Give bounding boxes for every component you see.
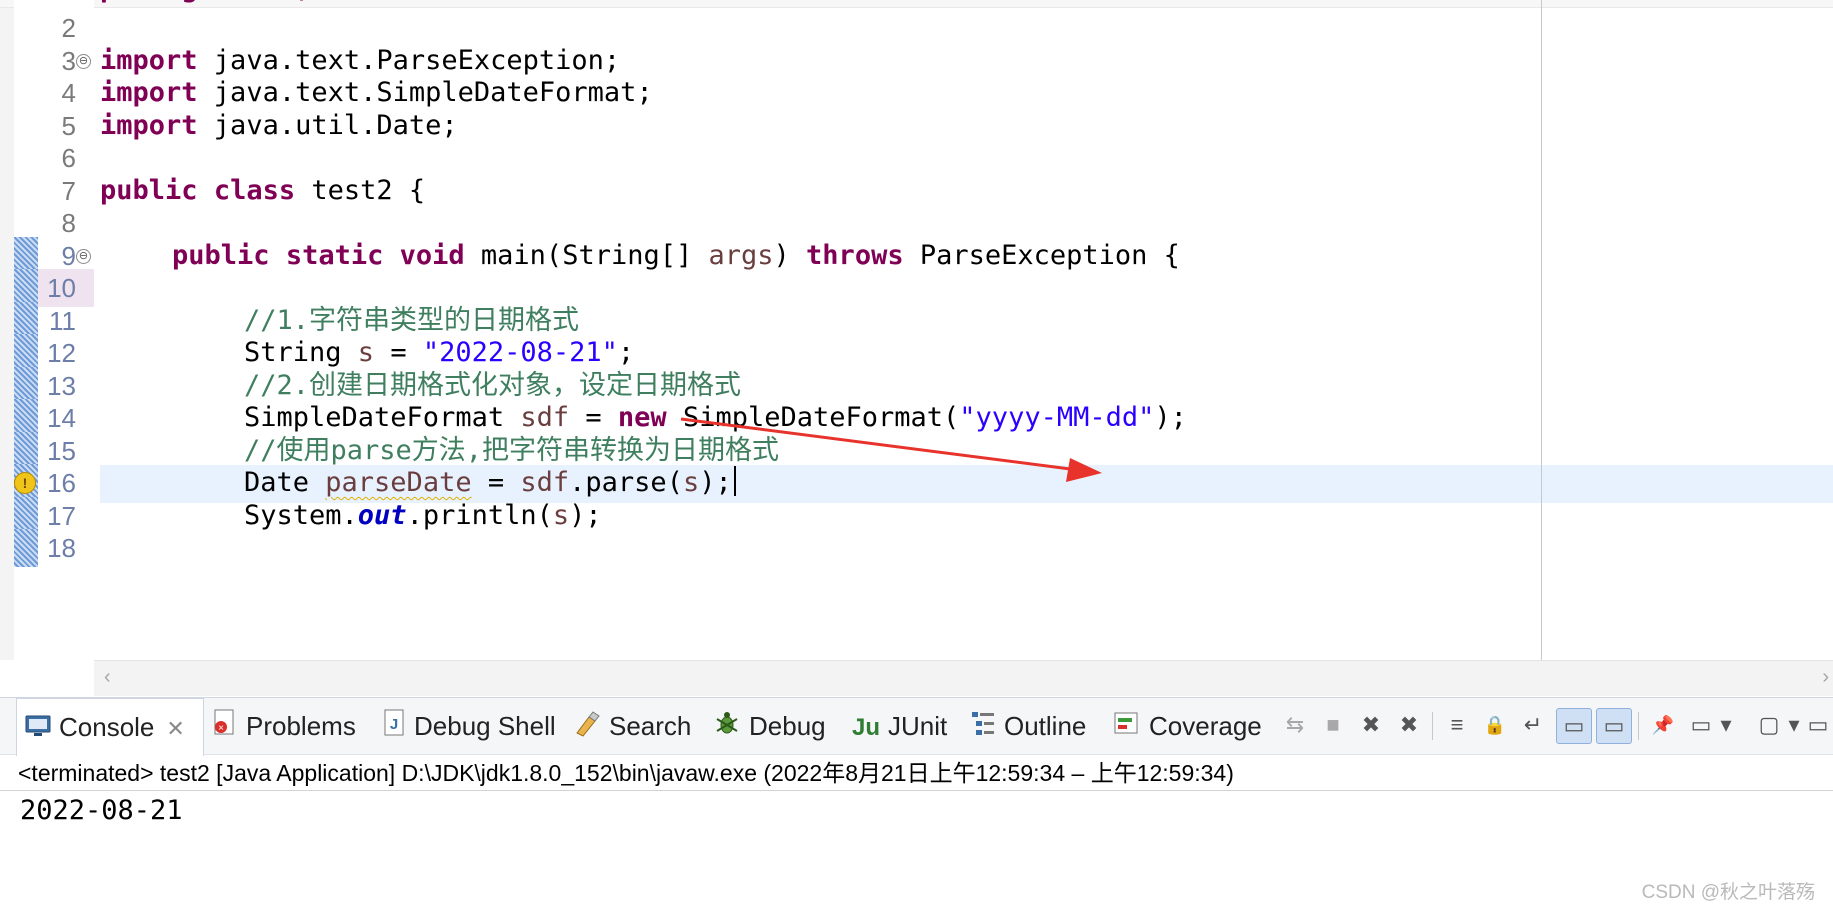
code-line-5: import java.util.Date; [100, 110, 458, 141]
show-stderr-icon: ▭ [1603, 713, 1625, 738]
minimize-view-button[interactable]: ▭ [1806, 708, 1830, 742]
tab-coverage[interactable]: Coverage [1113, 698, 1262, 754]
code-line-9: public static void main(String[] args) t… [172, 240, 1180, 271]
tab-outline[interactable]: Outline [970, 698, 1086, 754]
tab-debug[interactable]: Debug [713, 698, 826, 754]
console-icon [25, 701, 51, 757]
toolbar-separator [1432, 712, 1433, 740]
scroll-lock-button[interactable]: 🔒 [1478, 708, 1512, 742]
display-console-icon: ▭ [1690, 712, 1712, 737]
clear-console-icon: ≡ [1450, 712, 1464, 737]
svg-text:×: × [218, 723, 224, 734]
scroll-right-icon[interactable]: › [1822, 666, 1829, 689]
remove-launch-button[interactable]: ✖ [1354, 708, 1388, 742]
overview-ruler-left [0, 0, 15, 660]
display-console-button[interactable]: ▭ [1684, 708, 1718, 742]
word-wrap-icon: ↵ [1523, 712, 1543, 737]
line-number-gutter: 2 3 ⊖ 4 5 6 7 8 9 ⊖ 10 11 12 13 14 15 16! … [14, 0, 94, 660]
console-output-text: 2022-08-21 [20, 795, 183, 826]
pin-console-button[interactable]: 📌 [1646, 708, 1680, 742]
junit-icon: Ju [852, 714, 881, 742]
view-tab-bar: Console ✕ × Problems J Debug Shell Search… [0, 698, 1833, 756]
new-console-icon: ▢ [1758, 712, 1780, 737]
debug-shell-icon: J [382, 700, 406, 756]
disconnect-button[interactable]: ⇆ [1278, 708, 1312, 742]
view-menu-button[interactable]: ▾ [1784, 708, 1804, 742]
code-line-7: public class test2 { [100, 175, 426, 206]
remove-all-terminated-button[interactable]: ✖ [1392, 708, 1426, 742]
show-on-stdout-button[interactable]: ▭ [1556, 708, 1592, 744]
code-editor[interactable]: package test; 2 3⊖ 4 5 6 7 8 9⊖ 10 11 12… [0, 0, 1833, 697]
watermark: CSDN @秋之叶落殇 [1641, 882, 1815, 903]
remove-all-icon: ✖ [1399, 712, 1419, 737]
chevron-down-icon: ▾ [1720, 712, 1732, 737]
toolbar-separator [1638, 712, 1639, 740]
fold-toggle-icon[interactable]: ⊖ [76, 54, 91, 69]
change-marker [14, 529, 38, 567]
outline-icon [970, 700, 996, 756]
warning-lightbulb-icon[interactable]: ! [14, 472, 36, 494]
search-icon [573, 700, 601, 756]
close-icon[interactable]: ✕ [166, 701, 184, 757]
open-console-button[interactable]: ▢ [1752, 708, 1786, 742]
show-stdout-icon: ▭ [1563, 713, 1585, 738]
gutter-line-18: 18 [14, 529, 94, 567]
tab-junit[interactable]: Ju JUnit [852, 698, 947, 754]
tab-console[interactable]: Console ✕ [16, 698, 204, 756]
svg-text:J: J [390, 716, 398, 733]
fold-toggle-icon[interactable]: ⊖ [76, 249, 91, 264]
tab-problems[interactable]: × Problems [212, 698, 356, 754]
code-text-area[interactable]: import java.text.ParseException; import … [94, 0, 1833, 660]
minimize-icon: ▭ [1807, 712, 1829, 737]
disconnect-icon: ⇆ [1285, 712, 1305, 737]
unused-variable-warning: parseDate [325, 467, 472, 498]
coverage-icon [1113, 700, 1141, 756]
word-wrap-button[interactable]: ↵ [1516, 708, 1550, 742]
chevron-down-icon: ▾ [1788, 712, 1800, 737]
console-view: Console ✕ × Problems J Debug Shell Search… [0, 697, 1833, 912]
code-line-17: System.out.println(s); [244, 500, 602, 531]
scroll-lock-icon: 🔒 [1483, 714, 1507, 735]
clear-console-button[interactable]: ≡ [1440, 708, 1474, 742]
tab-search[interactable]: Search [573, 698, 691, 754]
scroll-left-icon[interactable]: ‹ [104, 666, 111, 689]
tab-debug-shell[interactable]: J Debug Shell [382, 698, 556, 754]
debug-icon [713, 700, 741, 756]
console-status-line: <terminated> test2 [Java Application] D:… [18, 760, 1234, 786]
remove-launch-icon: ✖ [1361, 712, 1381, 737]
horizontal-scrollbar[interactable]: ‹ › [94, 660, 1833, 696]
console-output-area[interactable]: 2022-08-21 [0, 790, 1833, 913]
terminate-button[interactable]: ■ [1316, 708, 1350, 742]
show-on-stderr-button[interactable]: ▭ [1596, 708, 1632, 744]
display-console-dropdown[interactable]: ▾ [1716, 708, 1736, 742]
problems-icon: × [212, 700, 238, 756]
print-margin-line [1541, 0, 1542, 660]
terminate-icon: ■ [1326, 712, 1340, 737]
text-caret [733, 466, 736, 496]
pin-icon: 📌 [1651, 714, 1675, 735]
